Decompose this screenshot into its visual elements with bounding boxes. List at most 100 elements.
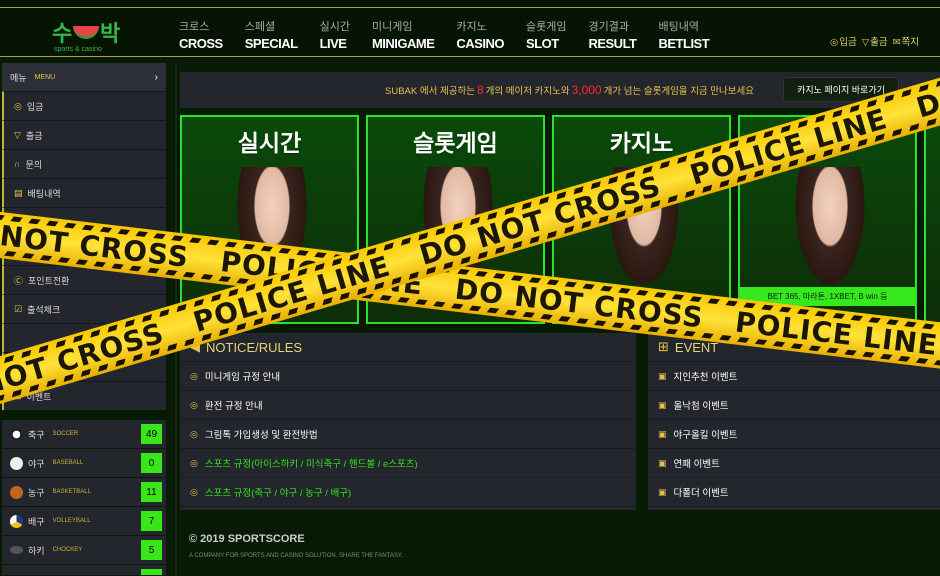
card-live[interactable]: 실시간 <box>180 115 359 324</box>
promo-casino-count: 8 <box>476 83 484 97</box>
sport-more[interactable] <box>2 565 166 575</box>
soccer-ball-icon <box>10 427 23 441</box>
sport-count: 7 <box>141 511 162 531</box>
megaphone-icon: ◀ <box>190 339 200 354</box>
sport-soccer[interactable]: 축구 SOCCER 49 <box>2 420 166 448</box>
event-label: 야구올킬 이벤트 <box>673 430 738 441</box>
promo-text: SUBAK 에서 제공하는 <box>385 86 475 97</box>
logo[interactable]: 수 박 sports & casino <box>52 16 122 53</box>
target-icon: ◎ <box>190 457 198 468</box>
nav-label-en: BETLIST <box>658 36 710 51</box>
mail-icon: ✉ <box>892 37 901 48</box>
menu-title-en: MENU <box>34 73 56 81</box>
gift-icon: ▣ <box>658 399 667 410</box>
sport-volleyball[interactable]: 배구 VOLLEYBALL 7 <box>2 507 166 535</box>
sidebar-item-inquiry[interactable]: ∩ 문의 <box>2 149 166 178</box>
sidebar-item-withdraw[interactable]: ▽ 출금 <box>2 120 166 149</box>
sidebar-item-hidden[interactable] <box>2 323 166 352</box>
event-item[interactable]: ▣ 지인추천 이벤트 <box>648 362 940 391</box>
message-label: 쪽지 <box>901 37 920 48</box>
gift-icon: ▣ <box>658 428 667 439</box>
promo-bar: SUBAK 에서 제공하는 8 개의 메이저 카지노와 3,000 개가 넘는 … <box>180 72 940 108</box>
notice-item[interactable]: ◎ 스포츠 규정(축구 / 야구 / 농구 / 배구) <box>180 478 636 507</box>
nav-label-en: SPECIAL <box>244 36 298 51</box>
sidebar-item-hidden[interactable] <box>2 207 166 236</box>
target-icon: ◎ <box>190 370 198 381</box>
event-item[interactable]: ▣ 연패 이벤트 <box>648 449 940 478</box>
event-item[interactable]: ▣ 올낙첨 이벤트 <box>648 391 940 420</box>
sidebar-item-hidden[interactable] <box>2 352 166 381</box>
sport-label-en: CHOCKEY <box>52 547 83 553</box>
notice-label: 그림톡 가입생성 및 환전방법 <box>204 430 318 441</box>
card-casino[interactable]: 카지노 <box>552 115 731 324</box>
card-sports[interactable]: BET 365, 마라톤, 1XBET, B win 등 <box>738 115 917 324</box>
menu-header[interactable]: 메뉴 MENU › <box>2 63 166 91</box>
casino-page-button[interactable]: 카지노 페이지 바로가기 <box>783 77 899 102</box>
withdraw-link[interactable]: ▽출금 <box>862 34 888 48</box>
sport-count <box>141 569 162 575</box>
notice-item[interactable]: ◎ 미니게임 규정 안내 <box>180 362 636 391</box>
notice-item[interactable]: ◎ 환전 규정 안내 <box>180 391 636 420</box>
sidebar-item-event[interactable]: ⊞ 이벤트 <box>2 381 166 410</box>
sport-count: 0 <box>141 453 162 473</box>
sport-label-en: VOLLEYBALL <box>52 518 91 524</box>
target-icon: ◎ <box>190 486 198 497</box>
message-link[interactable]: ✉쪽지 <box>893 34 919 48</box>
promo-text-3: 개가 넘는 슬롯게임을 지금 만나보세요 <box>603 86 755 97</box>
card-partial[interactable] <box>924 115 940 324</box>
item-label: 출금 <box>25 130 43 141</box>
coin-icon: ◎ <box>14 100 22 111</box>
item-label: 이벤트 <box>26 391 52 402</box>
util-links: ◎입금 ▽출금 ✉쪽지 <box>830 34 940 48</box>
sidebar-item-point[interactable]: Ⓒ 포인트전환 <box>2 265 166 294</box>
card-title: 카지노 <box>609 130 674 156</box>
nav-casino[interactable]: 카지노 CASINO <box>456 18 504 51</box>
sport-label: 하키 <box>28 545 45 556</box>
gift-icon: ▣ <box>658 486 667 497</box>
nav-betlist[interactable]: 배팅내역 BETLIST <box>659 18 710 51</box>
sport-baseball[interactable]: 야구 BASEBALL 0 <box>2 449 166 477</box>
item-label: 입금 <box>26 101 44 112</box>
sport-label-en: BASEBALL <box>52 460 84 466</box>
gift-icon: ▣ <box>658 457 667 468</box>
nav-live[interactable]: 실시간 LIVE <box>320 18 350 51</box>
basketball-icon <box>10 485 23 499</box>
sidebar-item-hidden[interactable] <box>2 236 166 265</box>
sport-basketball[interactable]: 농구 BASKETBALL 11 <box>2 478 166 506</box>
nav-label-en: RESULT <box>588 36 637 51</box>
nav-label-en: SLOT <box>525 36 559 51</box>
item-label: 포인트전환 <box>28 275 70 286</box>
event-label: 지인추천 이벤트 <box>673 372 738 383</box>
card-title: 슬롯게임 <box>413 130 498 156</box>
sidebar: 메뉴 MENU › ◎ 입금 ▽ 출금 ∩ 문의 ▤ 배팅내역 Ⓒ 포인트전환 ☑ 출석체크 ⊞… <box>2 63 166 410</box>
main-nav: 크로스 CROSS 스페셜 SPECIAL 실시간 LIVE 미니게임 MINIGAME… <box>179 18 731 51</box>
nav-result[interactable]: 경기결과 RESULT <box>588 18 637 51</box>
deposit-link[interactable]: ◎입금 <box>830 34 857 48</box>
sidebar-item-deposit[interactable]: ◎ 입금 <box>2 91 166 120</box>
event-item[interactable]: ▣ 야구올킬 이벤트 <box>648 420 940 449</box>
event-item[interactable]: ▣ 다폴더 이벤트 <box>648 478 940 507</box>
top-strip <box>0 0 940 8</box>
sport-hockey[interactable]: 하키 CHOCKEY 5 <box>2 536 166 564</box>
model-image <box>790 167 870 297</box>
nav-slot[interactable]: 슬롯게임 SLOT <box>526 18 566 51</box>
model-image <box>232 167 312 297</box>
nav-cross[interactable]: 크로스 CROSS <box>179 18 223 51</box>
nav-special[interactable]: 스페셜 SPECIAL <box>245 18 298 51</box>
notice-item[interactable]: ◎ 스포츠 규정(아이스하키 / 미식축구 / 핸드볼 / e스포츠) <box>180 449 636 478</box>
card-caption: BET 365, 마라톤, 1XBET, B win 등 <box>740 287 915 306</box>
header: 수 박 sports & casino 크로스 CROSS 스페셜 SPECIAL … <box>0 8 940 57</box>
notice-item[interactable]: ◎ 그림톡 가입생성 및 환전방법 <box>180 420 636 449</box>
logo-sub: sports & casino <box>54 46 102 53</box>
sidebar-item-attendance[interactable]: ☑ 출석체크 <box>2 294 166 323</box>
nav-label-ko: 배팅내역 <box>658 21 699 33</box>
notice-label: 미니게임 규정 안내 <box>204 372 281 383</box>
nav-minigame[interactable]: 미니게임 MINIGAME <box>372 18 435 51</box>
card-slot[interactable]: 슬롯게임 <box>366 115 545 324</box>
sidebar-item-betlist[interactable]: ▤ 배팅내역 <box>2 178 166 207</box>
card-title: 실시간 <box>237 130 302 156</box>
item-label: 출석체크 <box>27 304 61 315</box>
model-image <box>604 167 684 297</box>
promo-slot-count: 3,000 <box>571 83 602 97</box>
gift-icon: ▣ <box>658 370 667 381</box>
